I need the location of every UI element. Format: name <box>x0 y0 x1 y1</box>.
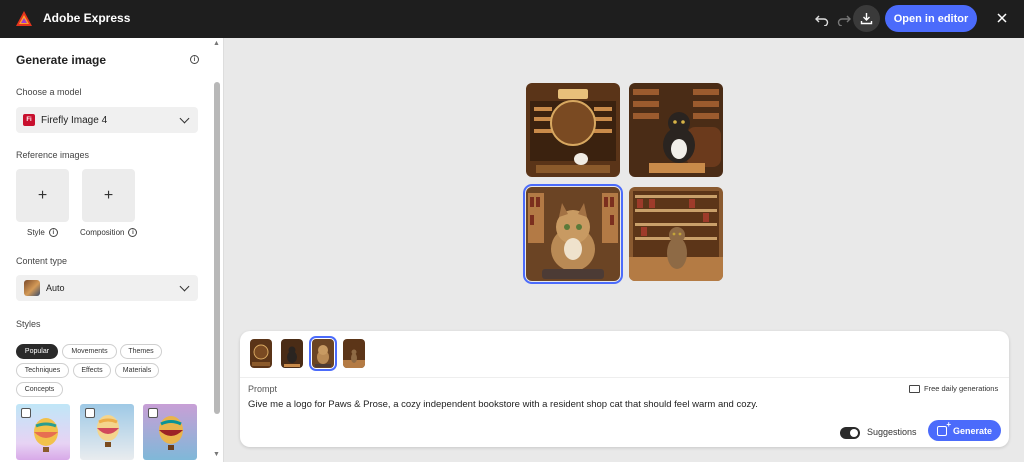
generated-image-1[interactable] <box>526 83 620 177</box>
content-type-label: Content type <box>16 256 68 266</box>
panel-title: Generate image <box>16 53 107 67</box>
chip-themes[interactable]: Themes <box>120 344 162 359</box>
suggestions-label: Suggestions <box>867 427 917 437</box>
generated-image-4[interactable] <box>629 187 723 281</box>
chip-techniques[interactable]: Techniques <box>16 363 69 378</box>
variation-thumbnail-2[interactable] <box>281 339 303 368</box>
generate-sidebar: ▲ ▼ Generate image i Choose a model Fi F… <box>0 38 224 462</box>
style-checkbox[interactable] <box>21 408 31 418</box>
content-type-thumbnail <box>24 280 40 296</box>
undo-icon[interactable] <box>810 8 834 30</box>
styles-label: Styles <box>16 319 41 329</box>
free-generations-label: Free daily generations <box>924 384 999 393</box>
info-icon[interactable]: i <box>48 228 58 237</box>
chip-movements[interactable]: Movements <box>62 344 117 359</box>
close-icon[interactable] <box>993 9 1011 27</box>
composition-label: Composition <box>80 228 125 237</box>
style-thumbnail[interactable] <box>16 404 70 460</box>
content-type-value: Auto <box>46 283 65 293</box>
style-checkbox[interactable] <box>85 408 95 418</box>
model-label: Choose a model <box>16 87 82 97</box>
download-icon <box>860 13 873 25</box>
chip-materials[interactable]: Materials <box>115 363 159 378</box>
reference-images-label: Reference images <box>16 150 90 160</box>
generate-icon <box>936 420 951 436</box>
free-generations-indicator[interactable]: Free daily generations <box>909 384 998 393</box>
app-title: Adobe Express <box>43 11 131 25</box>
sidebar-scrollbar[interactable] <box>214 82 220 414</box>
style-reference-label: Style i <box>27 228 58 237</box>
generate-button[interactable]: Generate <box>928 420 1001 441</box>
scroll-down-icon[interactable]: ▼ <box>213 451 220 458</box>
style-thumbnail[interactable] <box>143 404 197 460</box>
info-icon[interactable]: i <box>190 55 199 64</box>
chip-effects[interactable]: Effects <box>73 363 111 378</box>
prompt-input[interactable]: Give me a logo for Paws & Prose, a cozy … <box>248 399 988 410</box>
chip-concepts[interactable]: Concepts <box>16 382 63 397</box>
firefly-icon: Fi <box>23 114 35 126</box>
style-thumbnail[interactable] <box>80 404 134 460</box>
variation-thumbnail-1[interactable] <box>250 339 272 368</box>
composition-reference-button[interactable]: + <box>82 169 135 222</box>
generation-credits-icon <box>909 384 920 393</box>
suggestions-toggle[interactable] <box>840 427 860 439</box>
chevron-down-icon <box>179 113 190 124</box>
prompt-panel: Prompt Free daily generations Give me a … <box>240 331 1009 447</box>
toggle-knob <box>850 429 858 437</box>
download-button[interactable] <box>853 5 880 32</box>
generated-image-3[interactable] <box>523 184 623 284</box>
prompt-label: Prompt <box>248 384 278 394</box>
composition-reference-label: Composition i <box>80 228 138 237</box>
generated-image-2[interactable] <box>629 83 723 177</box>
variation-thumbnail-4[interactable] <box>343 339 365 368</box>
style-checkbox[interactable] <box>148 408 158 418</box>
open-in-editor-button[interactable]: Open in editor <box>885 5 977 32</box>
model-dropdown[interactable]: Fi Firefly Image 4 <box>16 107 198 133</box>
adobe-express-logo[interactable] <box>15 10 33 28</box>
chip-popular[interactable]: Popular <box>16 344 58 359</box>
info-icon[interactable]: i <box>128 228 138 237</box>
model-value: Firefly Image 4 <box>41 114 108 126</box>
plus-icon: + <box>37 186 48 204</box>
panel-divider <box>240 377 1009 378</box>
content-type-dropdown[interactable]: Auto <box>16 275 198 301</box>
top-bar: Adobe Express Open in editor <box>0 0 1024 38</box>
chevron-down-icon <box>179 281 190 292</box>
style-label: Style <box>27 228 45 237</box>
scroll-up-icon[interactable]: ▲ <box>213 40 220 47</box>
plus-icon: + <box>103 186 114 204</box>
style-reference-button[interactable]: + <box>16 169 69 222</box>
generate-label: Generate <box>952 425 993 436</box>
variation-thumbnail-3[interactable] <box>309 336 337 371</box>
